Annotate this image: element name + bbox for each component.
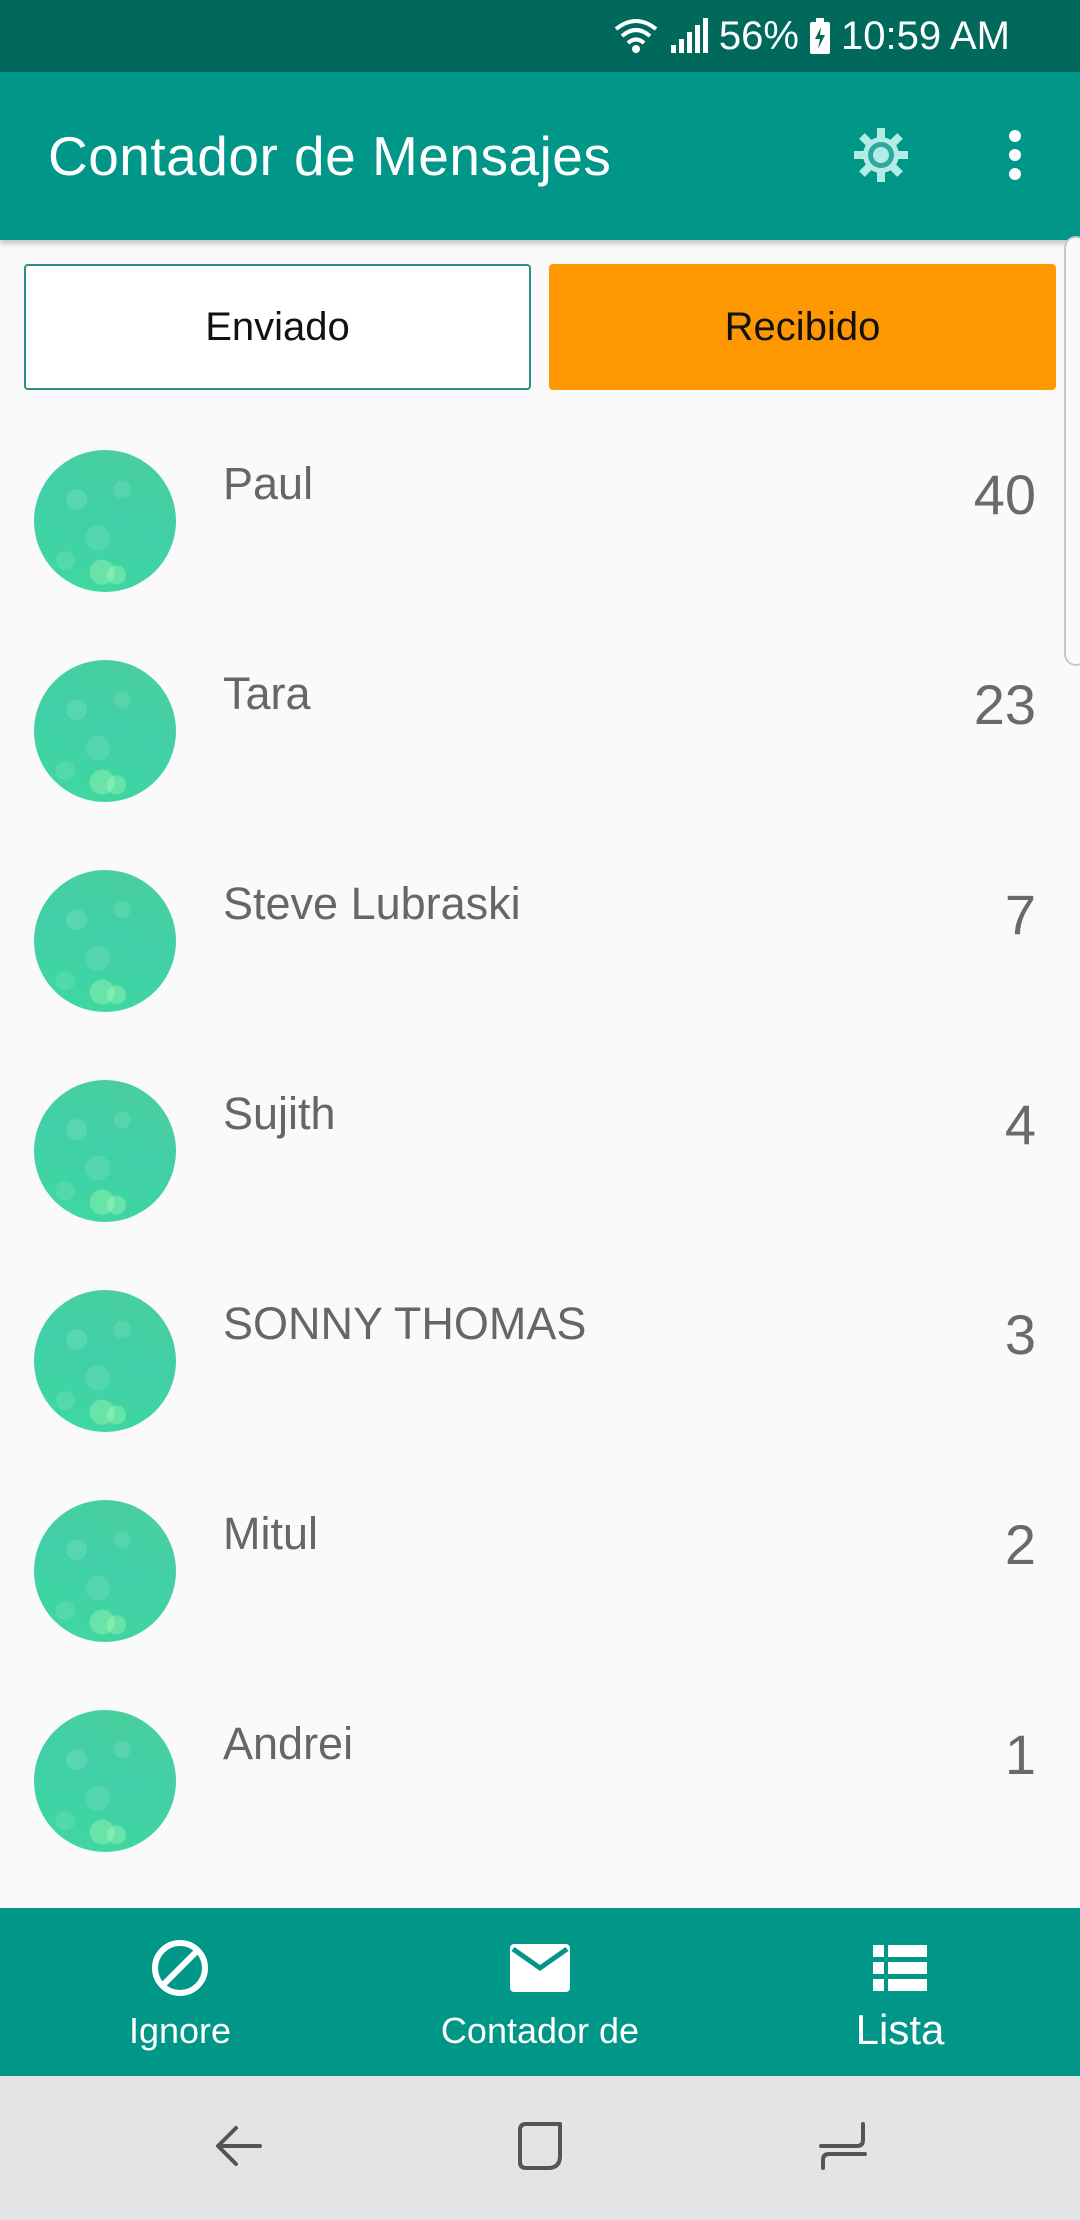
home-button[interactable] (505, 2118, 575, 2178)
list-item[interactable]: Tara 23 (0, 650, 1080, 860)
settings-button[interactable] (846, 122, 916, 192)
message-count: 40 (973, 463, 1036, 526)
list-item[interactable]: Sujith 4 (0, 1070, 1080, 1280)
list-icon (873, 1938, 927, 1998)
contact-name: SONNY THOMAS (223, 1298, 587, 1349)
signal-icon (669, 17, 709, 55)
message-count: 4 (1004, 1093, 1036, 1156)
tab-recibido[interactable]: Recibido (549, 264, 1056, 390)
settings-gear-icon (852, 126, 910, 189)
block-icon (150, 1938, 210, 1998)
nav-label: Contador de (440, 2010, 640, 2051)
home-icon (514, 2120, 566, 2177)
tab-enviado[interactable]: Enviado (24, 264, 531, 390)
avatar (34, 870, 176, 1012)
wifi-icon (613, 17, 659, 55)
nav-item-counter[interactable]: Contador de (360, 1908, 720, 2076)
avatar (34, 1500, 176, 1642)
app-bar: Contador de Mensajes (0, 72, 1080, 240)
message-count: 3 (1004, 1303, 1036, 1366)
list-item[interactable]: SONNY THOMAS 3 (0, 1280, 1080, 1490)
status-indicators: 56% 10:59 AM (613, 0, 1010, 72)
message-count: 2 (1004, 1513, 1036, 1576)
recents-button[interactable] (808, 2118, 878, 2178)
avatar (34, 1290, 176, 1432)
contact-list: Paul 40 Tara 23 Steve Lubraski 7 Sujith … (0, 440, 1080, 1910)
more-options-button[interactable] (985, 122, 1045, 192)
list-item[interactable]: Mitul 2 (0, 1490, 1080, 1700)
avatar (34, 660, 176, 802)
status-bar: 56% 10:59 AM (0, 0, 1080, 72)
app-title: Contador de Mensajes (48, 125, 612, 187)
message-count: 23 (973, 673, 1036, 736)
nav-label: Ignore (128, 2010, 232, 2051)
recents-icon (817, 2120, 869, 2177)
bottom-navigation: Ignore Contador de Lista (0, 1908, 1080, 2076)
battery-icon (809, 17, 831, 55)
mail-icon (509, 1938, 571, 1998)
contact-name: Steve Lubraski (223, 878, 521, 929)
back-icon (212, 2122, 264, 2175)
avatar (34, 1710, 176, 1852)
nav-item-ignore[interactable]: Ignore (0, 1908, 360, 2076)
avatar (34, 450, 176, 592)
more-vert-icon (1008, 129, 1022, 185)
list-item[interactable]: Paul 40 (0, 440, 1080, 650)
nav-item-lista[interactable]: Lista (720, 1908, 1080, 2076)
contact-name: Andrei (223, 1718, 354, 1769)
nav-label: Lista (855, 2006, 945, 2053)
contact-name: Paul (223, 458, 314, 509)
message-count: 7 (1004, 883, 1036, 946)
list-item[interactable]: Steve Lubraski 7 (0, 860, 1080, 1070)
system-navigation-bar (0, 2076, 1080, 2220)
contact-name: Tara (223, 668, 311, 719)
list-item[interactable]: Andrei 1 (0, 1700, 1080, 1910)
battery-percent: 56% (718, 13, 799, 58)
message-count: 1 (1004, 1723, 1036, 1786)
contact-name: Mitul (223, 1508, 319, 1559)
clock: 10:59 AM (840, 13, 1010, 58)
avatar (34, 1080, 176, 1222)
back-button[interactable] (203, 2118, 273, 2178)
contact-name: Sujith (223, 1088, 336, 1139)
